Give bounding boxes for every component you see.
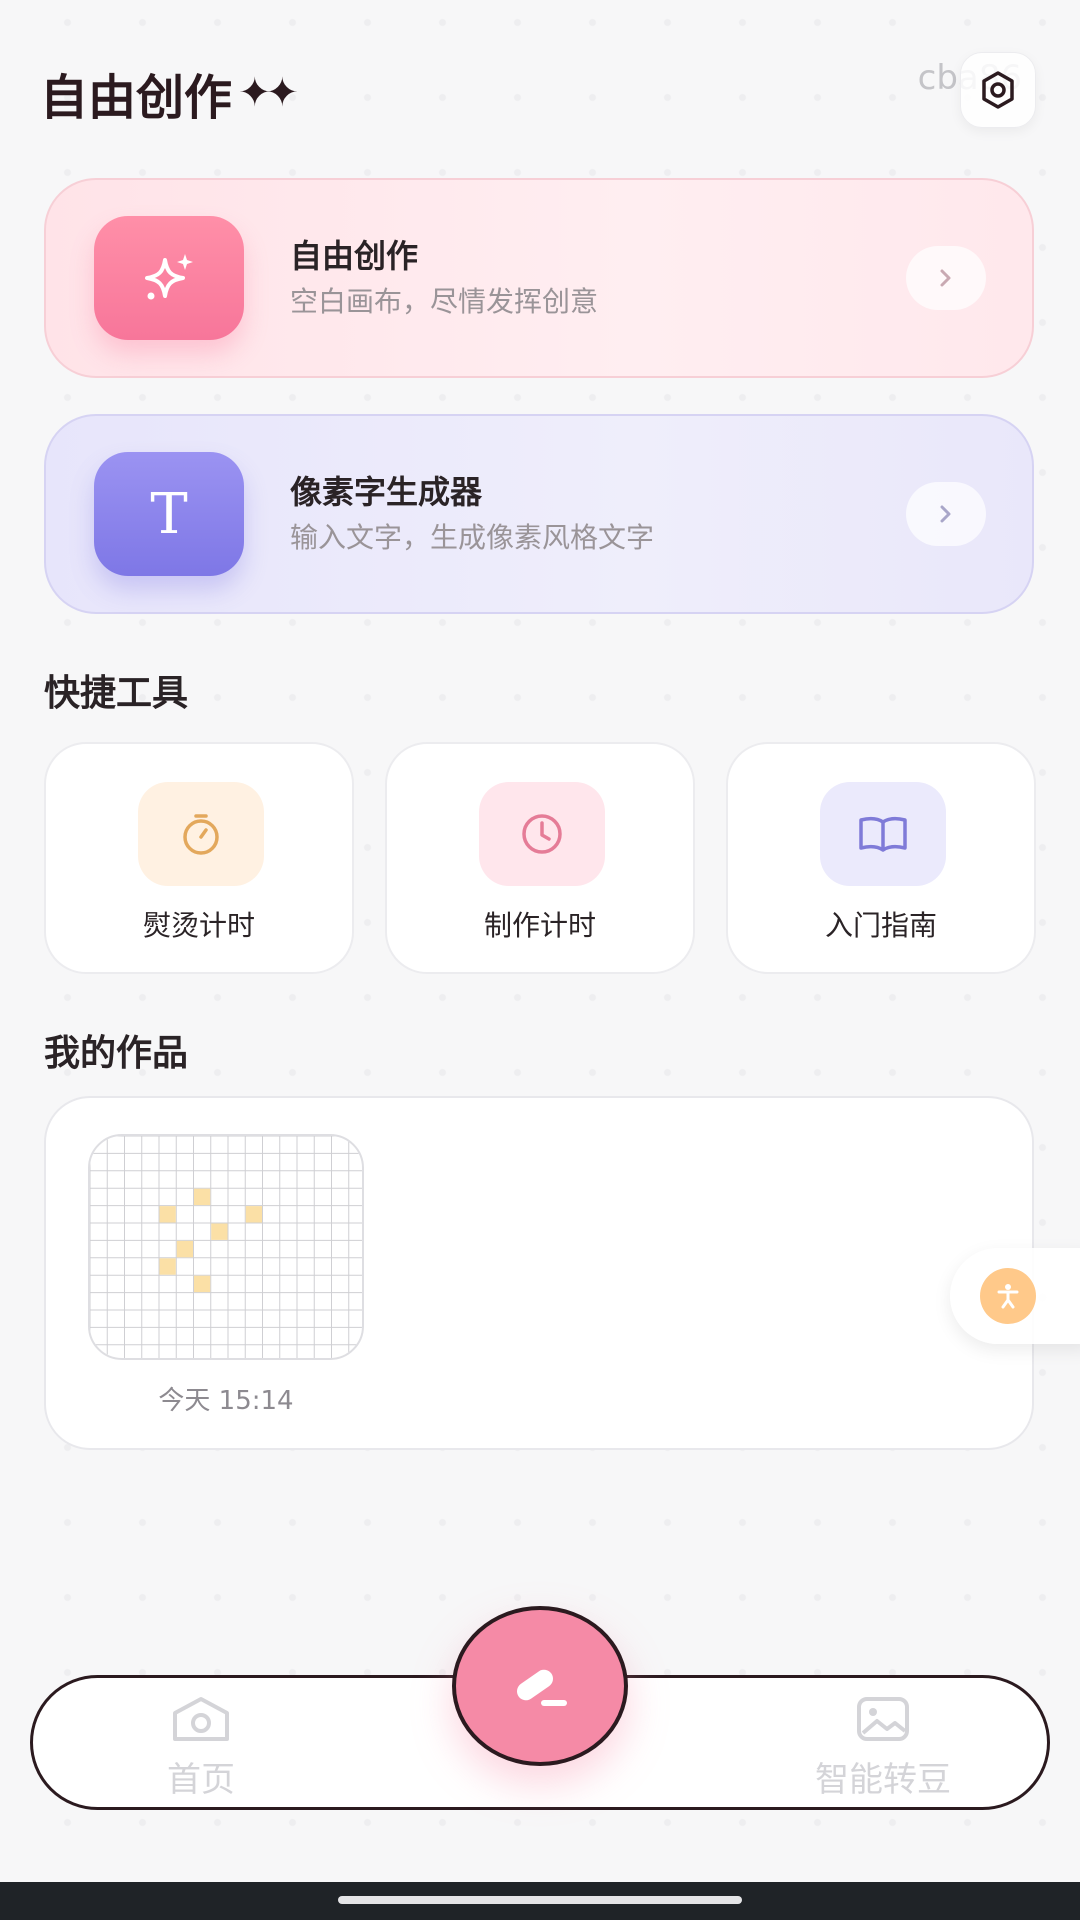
chevron-right-icon	[940, 505, 951, 523]
tool-ironing-timer[interactable]: 熨烫计时	[44, 742, 354, 974]
stopwatch-icon	[183, 814, 219, 855]
tool-icon-box	[138, 782, 264, 886]
pixel-bead	[194, 1188, 211, 1206]
quick-tools-title: 快捷工具	[44, 673, 189, 714]
free-create-card[interactable]: 自由创作 空白画布，尽情发挥创意	[44, 178, 1034, 378]
chevron-right-icon	[940, 269, 951, 287]
tool-making-timer[interactable]: 制作计时	[385, 742, 695, 974]
tool-beginner-guide[interactable]: 入门指南	[726, 742, 1036, 974]
free-create-arrow-button[interactable]	[906, 246, 986, 310]
book-icon	[859, 816, 907, 852]
tool-label: 制作计时	[483, 909, 596, 942]
accessibility-icon-wrap	[980, 1268, 1036, 1324]
free-create-icon-box	[94, 216, 244, 340]
settings-button[interactable]	[960, 52, 1036, 128]
pixel-text-icon-box: T	[94, 452, 244, 576]
tool-icon-box	[820, 782, 946, 886]
free-create-subtitle: 空白画布，尽情发挥创意	[290, 285, 599, 318]
tool-label: 入门指南	[824, 909, 937, 942]
pixel-grid-preview	[90, 1136, 362, 1358]
sparkle-icon	[145, 254, 193, 300]
pixel-bead	[159, 1258, 176, 1275]
pixel-bead	[159, 1206, 176, 1223]
create-fab-button[interactable]	[452, 1606, 628, 1766]
home-camera-icon	[81, 1688, 321, 1750]
pixel-bead	[176, 1240, 193, 1258]
pixel-text-arrow-button[interactable]	[906, 482, 986, 546]
home-indicator[interactable]	[338, 1896, 742, 1904]
sparkle-decoration-icon: ✦✦	[238, 70, 299, 116]
work-timestamp: 今天 15:14	[158, 1386, 294, 1416]
nav-home[interactable]: 首页	[81, 1688, 321, 1801]
nav-smart-convert[interactable]: 智能转豆	[763, 1688, 1003, 1801]
work-thumbnail[interactable]	[88, 1134, 364, 1360]
clock-icon	[522, 814, 562, 854]
tool-icon-box	[479, 782, 605, 886]
pixel-bead	[194, 1275, 211, 1293]
page-title: 自由创作 ✦✦	[40, 58, 299, 128]
system-navigation-bar	[0, 1882, 1080, 1920]
eraser-icon	[516, 1669, 567, 1706]
accessibility-icon	[997, 1284, 1019, 1309]
my-works-title: 我的作品	[44, 1033, 189, 1074]
accessibility-float-button[interactable]	[950, 1248, 1080, 1344]
free-create-title: 自由创作	[290, 237, 419, 275]
pixel-bead	[245, 1206, 262, 1223]
pixel-bead	[211, 1223, 228, 1240]
nav-home-label: 首页	[167, 1760, 235, 1800]
text-t-icon: T	[150, 481, 188, 547]
image-icon	[763, 1688, 1003, 1750]
pixel-text-text: 像素字生成器 输入文字，生成像素风格文字	[290, 472, 654, 556]
nav-convert-label: 智能转豆	[815, 1760, 951, 1800]
free-create-text: 自由创作 空白画布，尽情发挥创意	[290, 236, 598, 320]
tool-label: 熨烫计时	[142, 909, 255, 942]
pixel-text-subtitle: 输入文字，生成像素风格文字	[290, 521, 655, 554]
pixel-text-generator-card[interactable]: T 像素字生成器 输入文字，生成像素风格文字	[44, 414, 1034, 614]
settings-hexagon-icon	[982, 71, 1014, 109]
pixel-text-title: 像素字生成器	[290, 473, 483, 511]
my-works-panel: 今天 15:14	[44, 1096, 1034, 1450]
page-title-text: 自由创作	[40, 70, 233, 126]
app-screen: 自由创作 ✦✦ cba86 自由创作 空白画布，尽情发挥创意	[0, 0, 1080, 1920]
